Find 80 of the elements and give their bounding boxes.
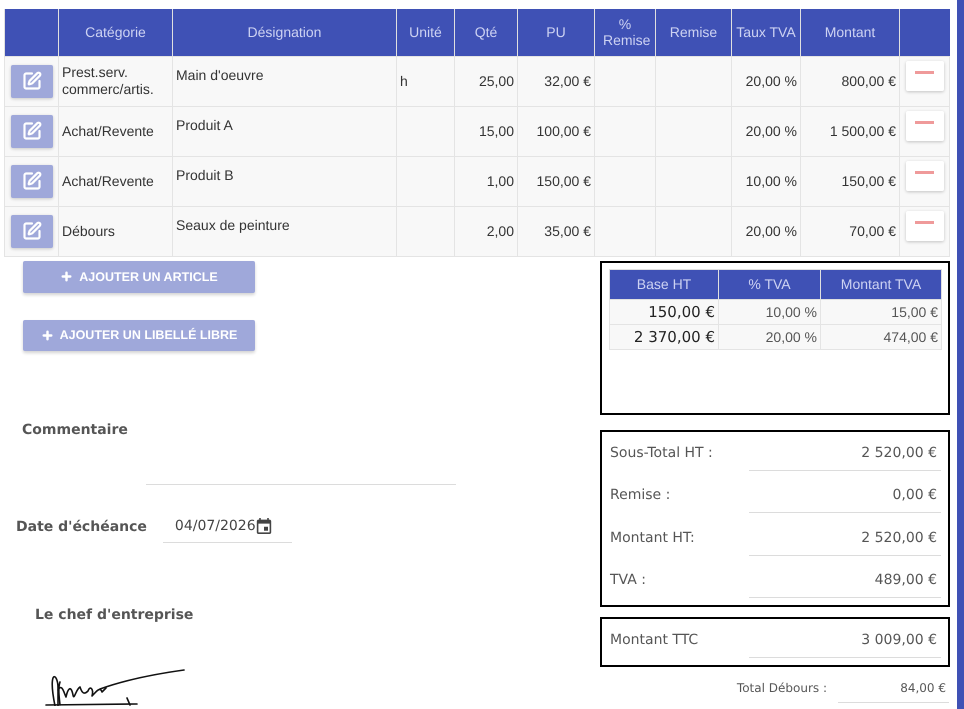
table-cell: 150,00 € xyxy=(610,299,718,324)
calendar-icon[interactable] xyxy=(256,518,272,534)
remove-button[interactable] xyxy=(906,210,944,240)
table-cell: 800,00 € xyxy=(800,56,900,106)
column-header: Désignation xyxy=(172,9,396,56)
table-cell: 25,00 xyxy=(454,56,518,106)
minus-icon xyxy=(915,71,934,74)
table-cell: 2 370,00 € xyxy=(610,324,718,349)
table-cell: 32,00 € xyxy=(518,56,594,106)
debours-value: 84,00 € xyxy=(838,680,949,702)
total-label: Montant HT: xyxy=(610,530,695,546)
table-cell: Produit B xyxy=(172,156,396,206)
total-value: 2 520,00 € xyxy=(749,530,941,556)
table-cell: 70,00 € xyxy=(800,206,900,256)
edit-icon xyxy=(22,171,42,191)
table-cell: 2,00 xyxy=(454,206,518,256)
column-header: Base HT xyxy=(610,269,718,299)
date-field[interactable]: 04/07/2026 xyxy=(162,512,292,542)
column-header: Remise xyxy=(656,9,732,56)
total-label: Montant TTC xyxy=(610,632,698,648)
plus-icon xyxy=(60,270,74,283)
edit-icon xyxy=(22,121,42,141)
table-cell: Seaux de peinture xyxy=(172,206,396,256)
table-cell: Achat/Revente xyxy=(58,156,172,206)
edit-button[interactable] xyxy=(10,214,52,248)
column-header: Montant TVA xyxy=(820,269,942,299)
table-cell: Achat/Revente xyxy=(58,106,172,156)
plus-icon xyxy=(40,328,54,342)
column-header: PU xyxy=(518,9,594,56)
comment-label: Commentaire xyxy=(22,422,128,438)
remove-button[interactable] xyxy=(906,110,944,140)
minus-icon xyxy=(915,121,934,124)
table-cell: 15,00 xyxy=(454,106,518,156)
table-cell: 35,00 € xyxy=(518,206,594,256)
edit-button[interactable] xyxy=(10,64,52,98)
table-cell: 20,00 % xyxy=(732,206,800,256)
column-header: Unité xyxy=(396,9,454,56)
table-cell: h xyxy=(396,56,454,106)
total-value: 2 520,00 € xyxy=(749,444,941,470)
table-cell: 20,00 % xyxy=(718,324,820,349)
total-value: 0,00 € xyxy=(749,487,941,513)
total-value: 489,00 € xyxy=(749,572,941,598)
table-cell: 150,00 € xyxy=(800,156,900,206)
due-date-label: Date d'échéance xyxy=(16,518,147,536)
table-cell: 1 500,00 € xyxy=(800,106,900,156)
table-cell: 20,00 % xyxy=(732,56,800,106)
column-header: Catégorie xyxy=(58,9,172,56)
column-header: Montant xyxy=(800,9,900,56)
table-cell: Débours xyxy=(58,206,172,256)
remove-button[interactable] xyxy=(906,60,944,90)
table-cell: 15,00 € xyxy=(820,299,942,324)
column-header: % Remise xyxy=(594,9,656,56)
minus-icon xyxy=(915,221,934,224)
table-cell: 10,00 % xyxy=(718,299,820,324)
table-cell: 20,00 % xyxy=(732,106,800,156)
total-label: Remise : xyxy=(610,487,670,504)
total-label: TVA : xyxy=(610,572,646,589)
table-cell: Prest.serv. commerc/artis. xyxy=(58,56,172,106)
edit-button[interactable] xyxy=(10,114,52,148)
table-cell: 150,00 € xyxy=(518,156,594,206)
column-header: Qté xyxy=(454,9,518,56)
edit-icon xyxy=(22,221,42,241)
table-cell: 1,00 xyxy=(454,156,518,206)
total-label: Sous-Total HT : xyxy=(610,444,713,462)
table-cell: 474,00 € xyxy=(820,324,942,349)
total-value: 3 009,00 € xyxy=(749,632,941,658)
signature-label: Le chef d'entreprise xyxy=(35,606,194,624)
minus-icon xyxy=(915,171,934,174)
remove-button[interactable] xyxy=(906,160,944,190)
column-header: % TVA xyxy=(718,269,820,299)
table-cell: Main d'oeuvre xyxy=(172,56,396,106)
table-cell: 10,00 % xyxy=(732,156,800,206)
debours-label: Total Débours : xyxy=(736,680,827,696)
edit-icon xyxy=(22,71,42,91)
add-button[interactable]: AJOUTER UN LIBELLÉ LIBRE xyxy=(23,320,255,350)
table-cell: 100,00 € xyxy=(518,106,594,156)
add-button[interactable]: AJOUTER UN ARTICLE xyxy=(23,260,255,292)
column-header: Taux TVA xyxy=(732,9,800,56)
edit-button[interactable] xyxy=(10,164,52,198)
table-cell: Produit A xyxy=(172,106,396,156)
